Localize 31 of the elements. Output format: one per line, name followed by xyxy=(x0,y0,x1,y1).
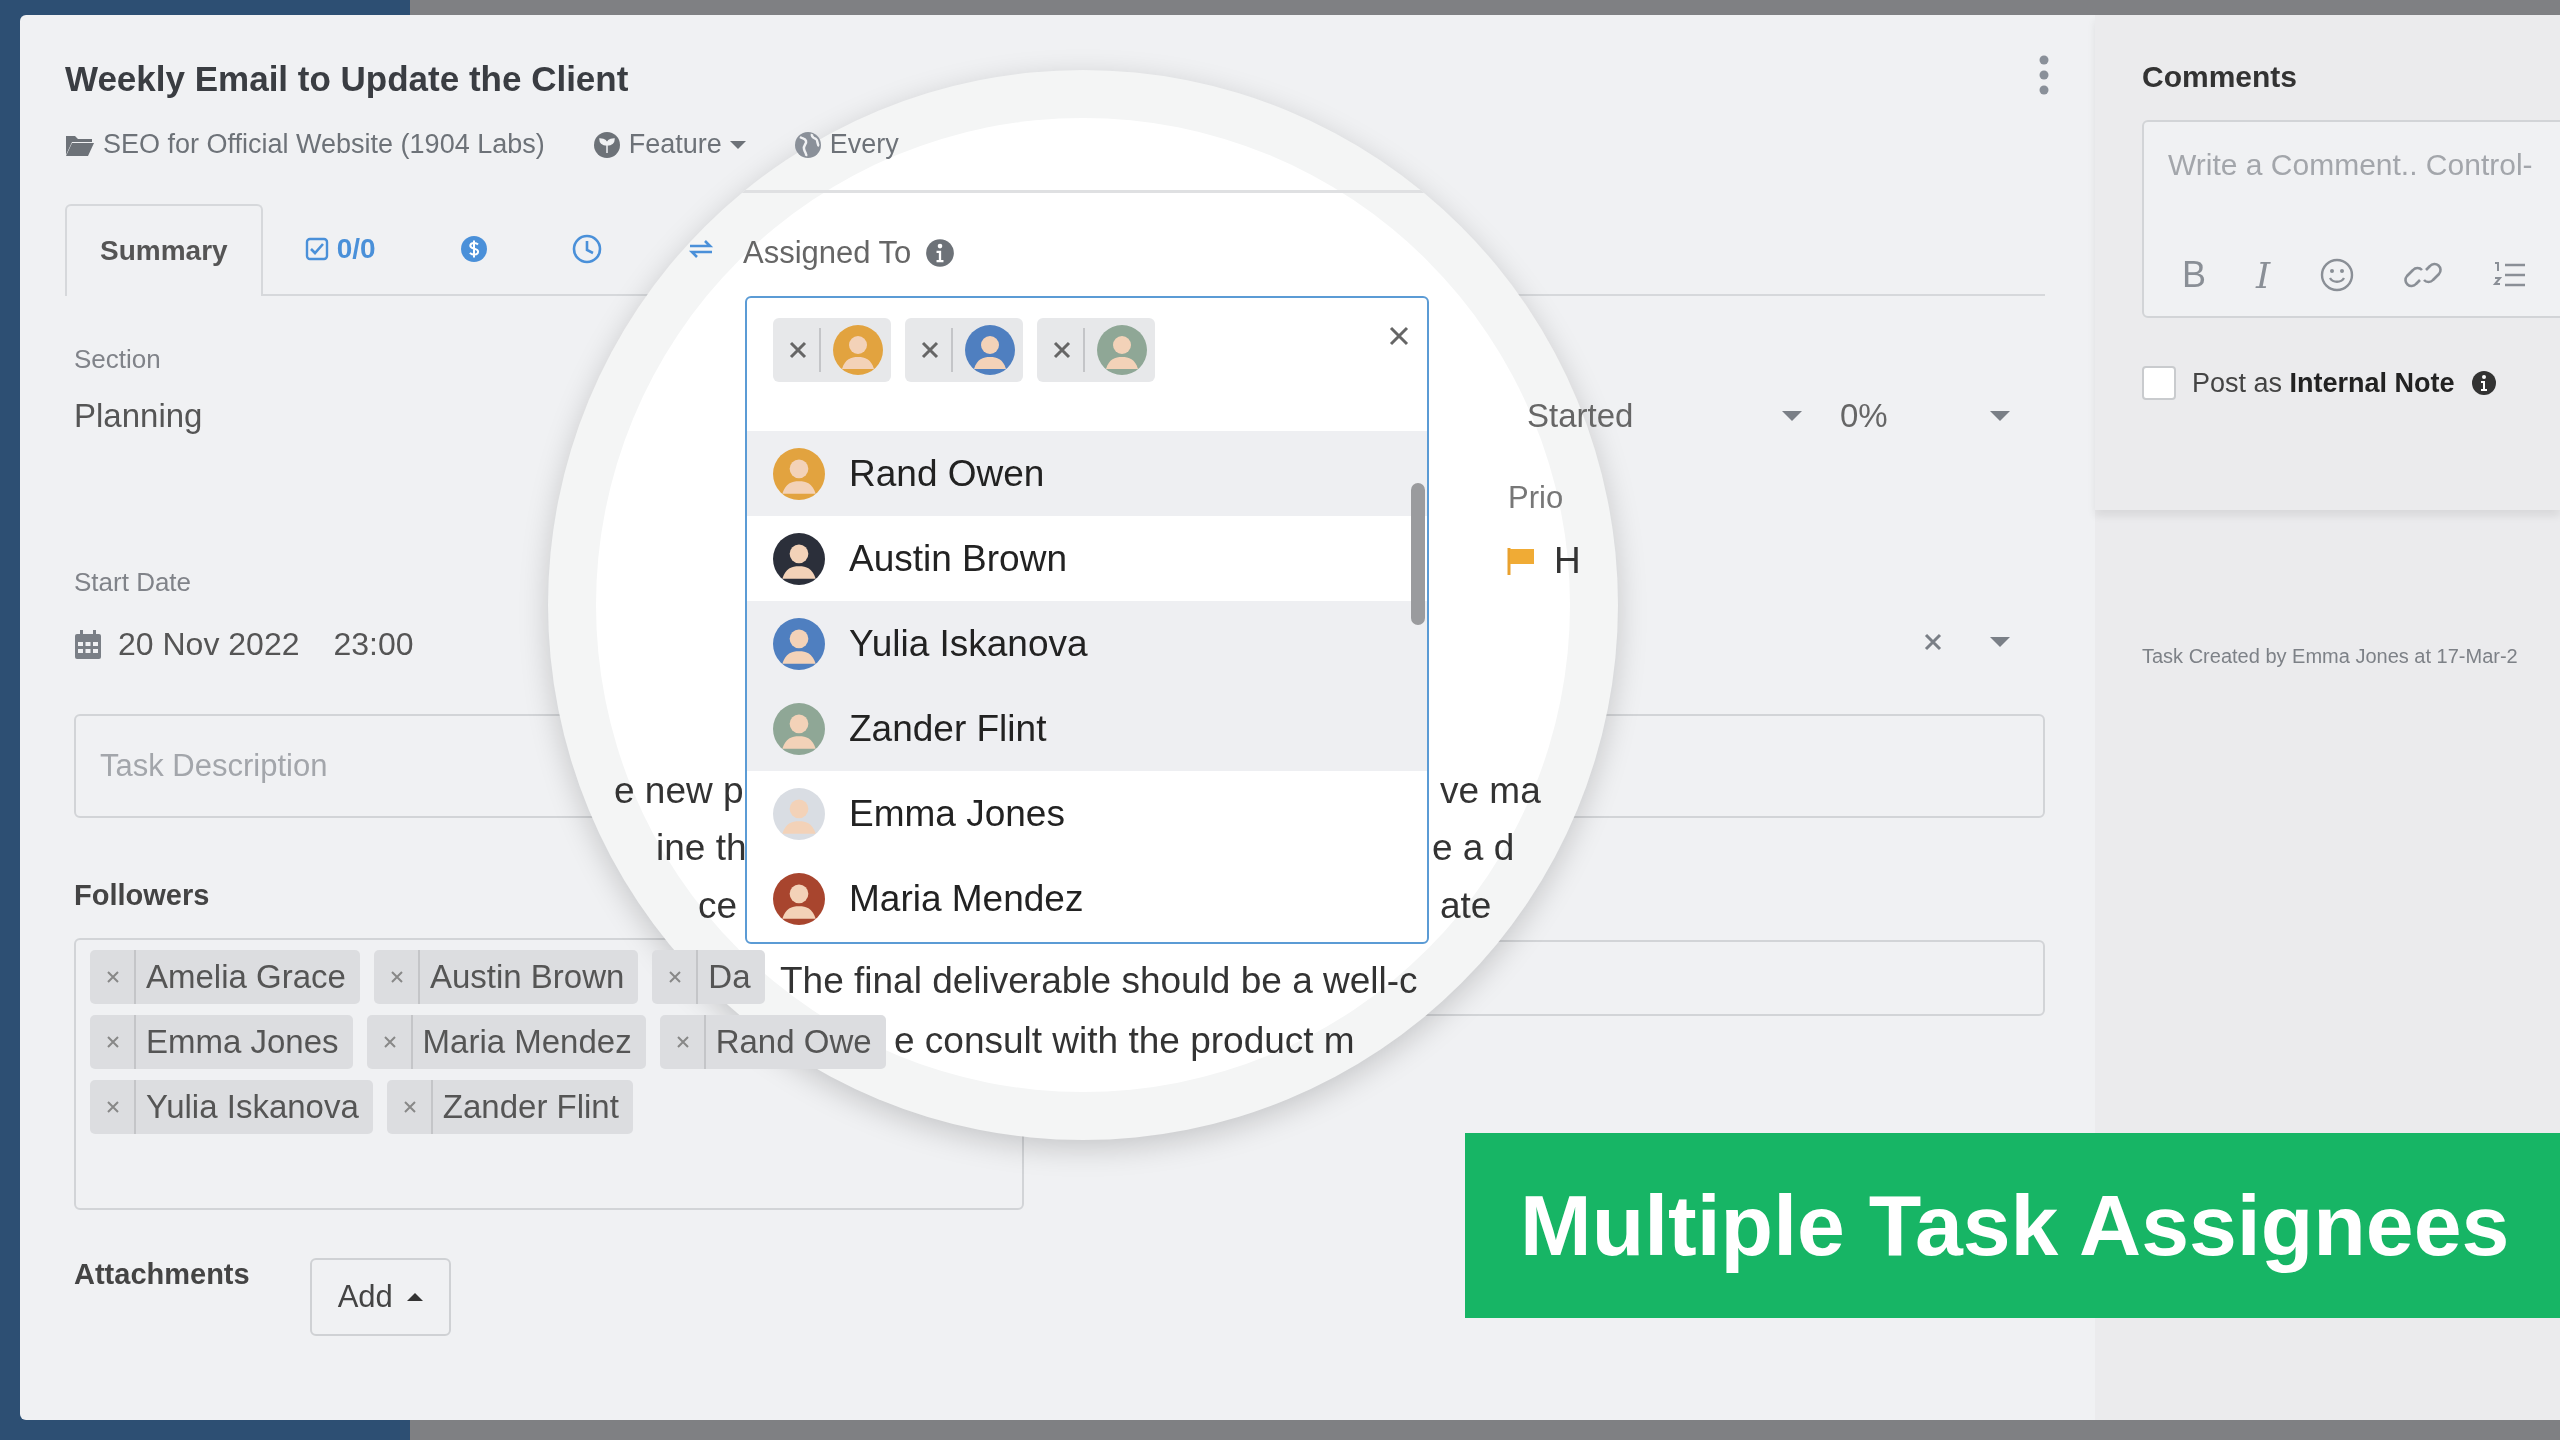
task-created-note: Task Created by Emma Jones at 17-Mar-2 xyxy=(2142,645,2519,668)
follower-name: Emma Jones xyxy=(134,1015,339,1069)
magnified-text: e a d xyxy=(1432,827,1515,869)
assignee-name: Zander Flint xyxy=(849,707,1047,750)
magnified-text: ine th xyxy=(656,827,747,869)
priority-value: H xyxy=(1554,540,1581,582)
priority-label: Prio xyxy=(1508,480,1564,516)
assignee-name: Yulia Iskanova xyxy=(849,622,1088,665)
magnified-text: ate xyxy=(1440,885,1492,927)
start-date-label: Start Date xyxy=(74,567,193,598)
followers-label: Followers xyxy=(74,879,210,912)
follower-name: Yulia Iskanova xyxy=(134,1080,359,1134)
section-label: Section xyxy=(74,344,162,375)
comment-placeholder: Write a Comment.. Control- xyxy=(2168,148,2534,182)
assignee-name: Maria Mendez xyxy=(849,877,1084,920)
internal-note-label: Post as Internal Note xyxy=(2192,367,2455,399)
magnified-text: e new p xyxy=(614,770,744,812)
magnified-text: ce xyxy=(698,885,738,927)
assignee-name: Austin Brown xyxy=(849,537,1067,580)
assignee-name: Emma Jones xyxy=(849,792,1065,835)
follower-name: Austin Brown xyxy=(417,950,625,1004)
banner-headline: Multiple Task Assignees xyxy=(1520,1176,2510,1275)
task-title: Weekly Email to Update the Client xyxy=(65,59,629,99)
follower-name: Amelia Grace xyxy=(134,950,346,1004)
attachments-label: Attachments xyxy=(74,1258,250,1291)
comments-heading: Comments xyxy=(2142,60,2299,94)
follower-name: Maria Mendez xyxy=(410,1015,632,1069)
assigned-to-label: Assigned To xyxy=(743,235,912,271)
magnified-text: ve ma xyxy=(1440,770,1541,812)
follower-name: Zander Flint xyxy=(430,1080,619,1134)
assignee-name: Rand Owen xyxy=(849,452,1045,495)
